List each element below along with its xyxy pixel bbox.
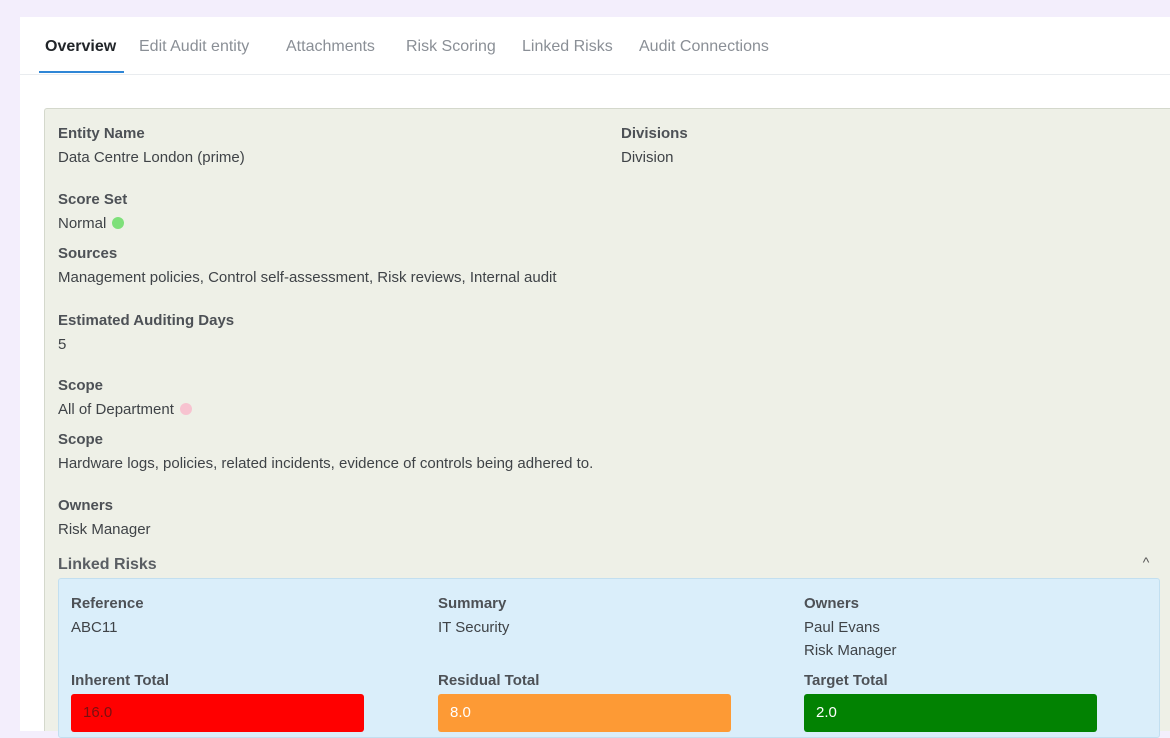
estimated-days-label: Estimated Auditing Days — [58, 312, 235, 329]
active-tab-indicator — [39, 71, 124, 73]
risk-owner-name: Risk Manager — [804, 642, 897, 659]
reference-label: Reference — [71, 595, 144, 612]
score-set-status-dot — [112, 217, 125, 229]
tab-bar: Overview Edit Audit entity Attachments R… — [20, 17, 1170, 75]
entity-name-label: Entity Name — [58, 125, 145, 142]
score-set-value: Normal — [58, 215, 107, 232]
scope-value-row: All of Department — [58, 401, 192, 418]
tab-linked-risks[interactable]: Linked Risks — [522, 38, 613, 56]
tab-risk-scoring[interactable]: Risk Scoring — [406, 38, 496, 56]
target-total-label: Target Total — [804, 672, 888, 689]
audit-entity-frame: Overview Edit Audit entity Attachments R… — [20, 17, 1170, 738]
divisions-value: Division — [621, 149, 674, 166]
scope-detail-value: Hardware logs, policies, related inciden… — [58, 455, 594, 472]
sources-label: Sources — [58, 245, 118, 262]
tab-audit-connections[interactable]: Audit Connections — [639, 38, 769, 56]
sources-value: Management policies, Control self-assess… — [58, 269, 557, 286]
linked-risk-card[interactable]: Reference ABC11 Summary IT Security Owne… — [58, 578, 1160, 738]
reference-value: ABC11 — [71, 619, 118, 636]
scope-label: Scope — [58, 377, 104, 394]
inherent-total-score: 16.0 — [71, 694, 364, 732]
scope-value: All of Department — [58, 401, 174, 418]
residual-total-label: Residual Total — [438, 672, 540, 689]
estimated-days-value: 5 — [58, 336, 67, 353]
summary-label: Summary — [438, 595, 507, 612]
residual-total-score: 8.0 — [438, 694, 731, 732]
score-set-label: Score Set — [58, 191, 128, 208]
owners-value: Risk Manager — [58, 521, 151, 538]
inherent-total-label: Inherent Total — [71, 672, 170, 689]
tab-edit-audit-entity[interactable]: Edit Audit entity — [139, 38, 249, 56]
tab-attachments[interactable]: Attachments — [286, 38, 375, 56]
score-set-value-row: Normal — [58, 215, 125, 232]
divisions-label: Divisions — [621, 125, 688, 142]
entity-details-panel: Entity Name Data Centre London (prime) D… — [44, 108, 1170, 738]
summary-value: IT Security — [438, 619, 510, 636]
risk-owner-name: Paul Evans — [804, 619, 880, 636]
chevron-up-icon[interactable]: ^ — [1139, 554, 1153, 570]
scope-status-dot — [179, 403, 192, 415]
target-total-score: 2.0 — [804, 694, 1097, 732]
scope-detail-label: Scope — [58, 431, 104, 448]
tab-overview[interactable]: Overview — [45, 38, 116, 56]
linked-risks-title: Linked Risks — [58, 556, 157, 573]
entity-name-value: Data Centre London (prime) — [58, 149, 245, 166]
owners-label: Owners — [58, 497, 114, 514]
risk-owners-label: Owners — [804, 595, 860, 612]
